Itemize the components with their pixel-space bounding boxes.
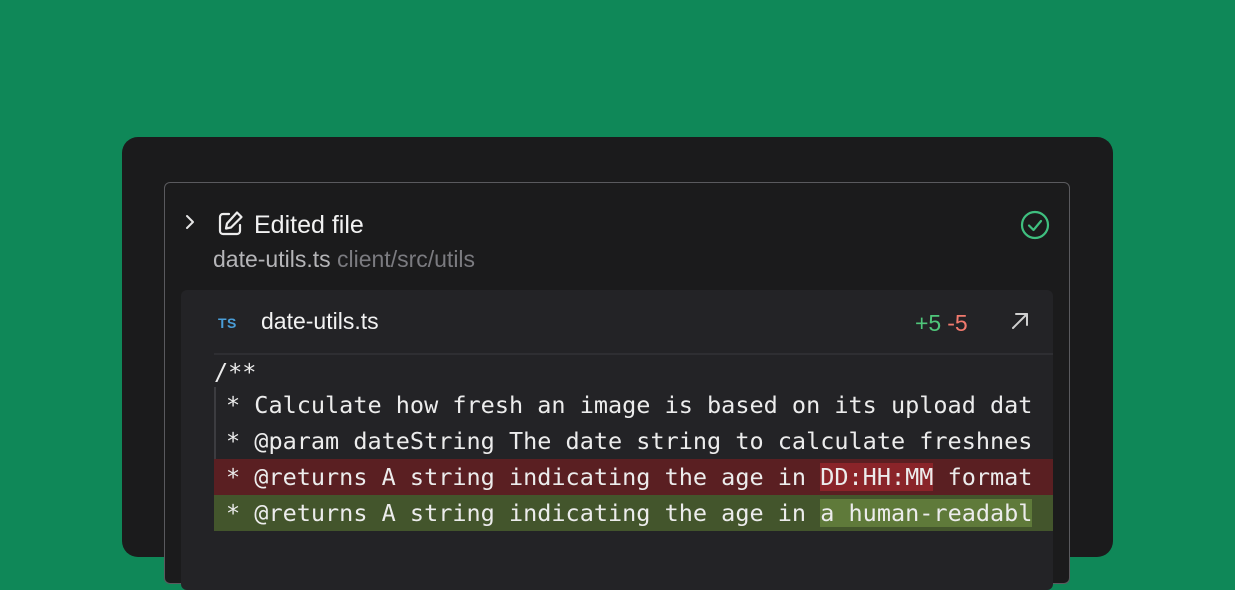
removed-line: * @returns A string indicating the age i…	[214, 459, 1053, 495]
open-external-icon[interactable]	[1007, 308, 1033, 334]
code-diff: /** * Calculate how fresh an image is ba…	[214, 353, 1053, 531]
file-directory: client/src/utils	[337, 246, 476, 272]
code-line: * @param dateString The date string to c…	[214, 423, 1053, 459]
file-path[interactable]: date-utils.ts client/src/utils	[213, 246, 475, 273]
diff-panel: TS date-utils.ts +5 -5 /** * Calculate ho…	[181, 290, 1053, 590]
typescript-icon: TS	[218, 315, 237, 331]
added-line: * @returns A string indicating the age i…	[214, 495, 1053, 531]
removed-text-tail: format	[933, 463, 1033, 491]
file-name: date-utils.ts	[213, 246, 331, 272]
tool-call-window: Edited file date-utils.ts client/src/uti…	[122, 137, 1113, 590]
diff-file-name: date-utils.ts	[261, 308, 379, 334]
additions-count: +5	[915, 310, 942, 336]
deletions-count: -5	[947, 310, 968, 336]
removed-highlight: DD:HH:MM	[820, 463, 934, 491]
removed-text: * @returns A string indicating the age i…	[226, 463, 821, 491]
added-highlight: a human-readabl	[820, 499, 1033, 527]
edit-icon	[218, 211, 243, 236]
check-circle-icon	[1020, 210, 1050, 240]
edited-file-card: Edited file date-utils.ts client/src/uti…	[164, 182, 1070, 590]
code-line: /**	[214, 353, 1053, 387]
chevron-right-icon[interactable]	[183, 213, 197, 231]
added-text: * @returns A string indicating the age i…	[226, 499, 821, 527]
diff-stats: +5 -5	[915, 310, 968, 337]
code-line: * Calculate how fresh an image is based …	[214, 387, 1053, 423]
card-title: Edited file	[254, 211, 364, 239]
